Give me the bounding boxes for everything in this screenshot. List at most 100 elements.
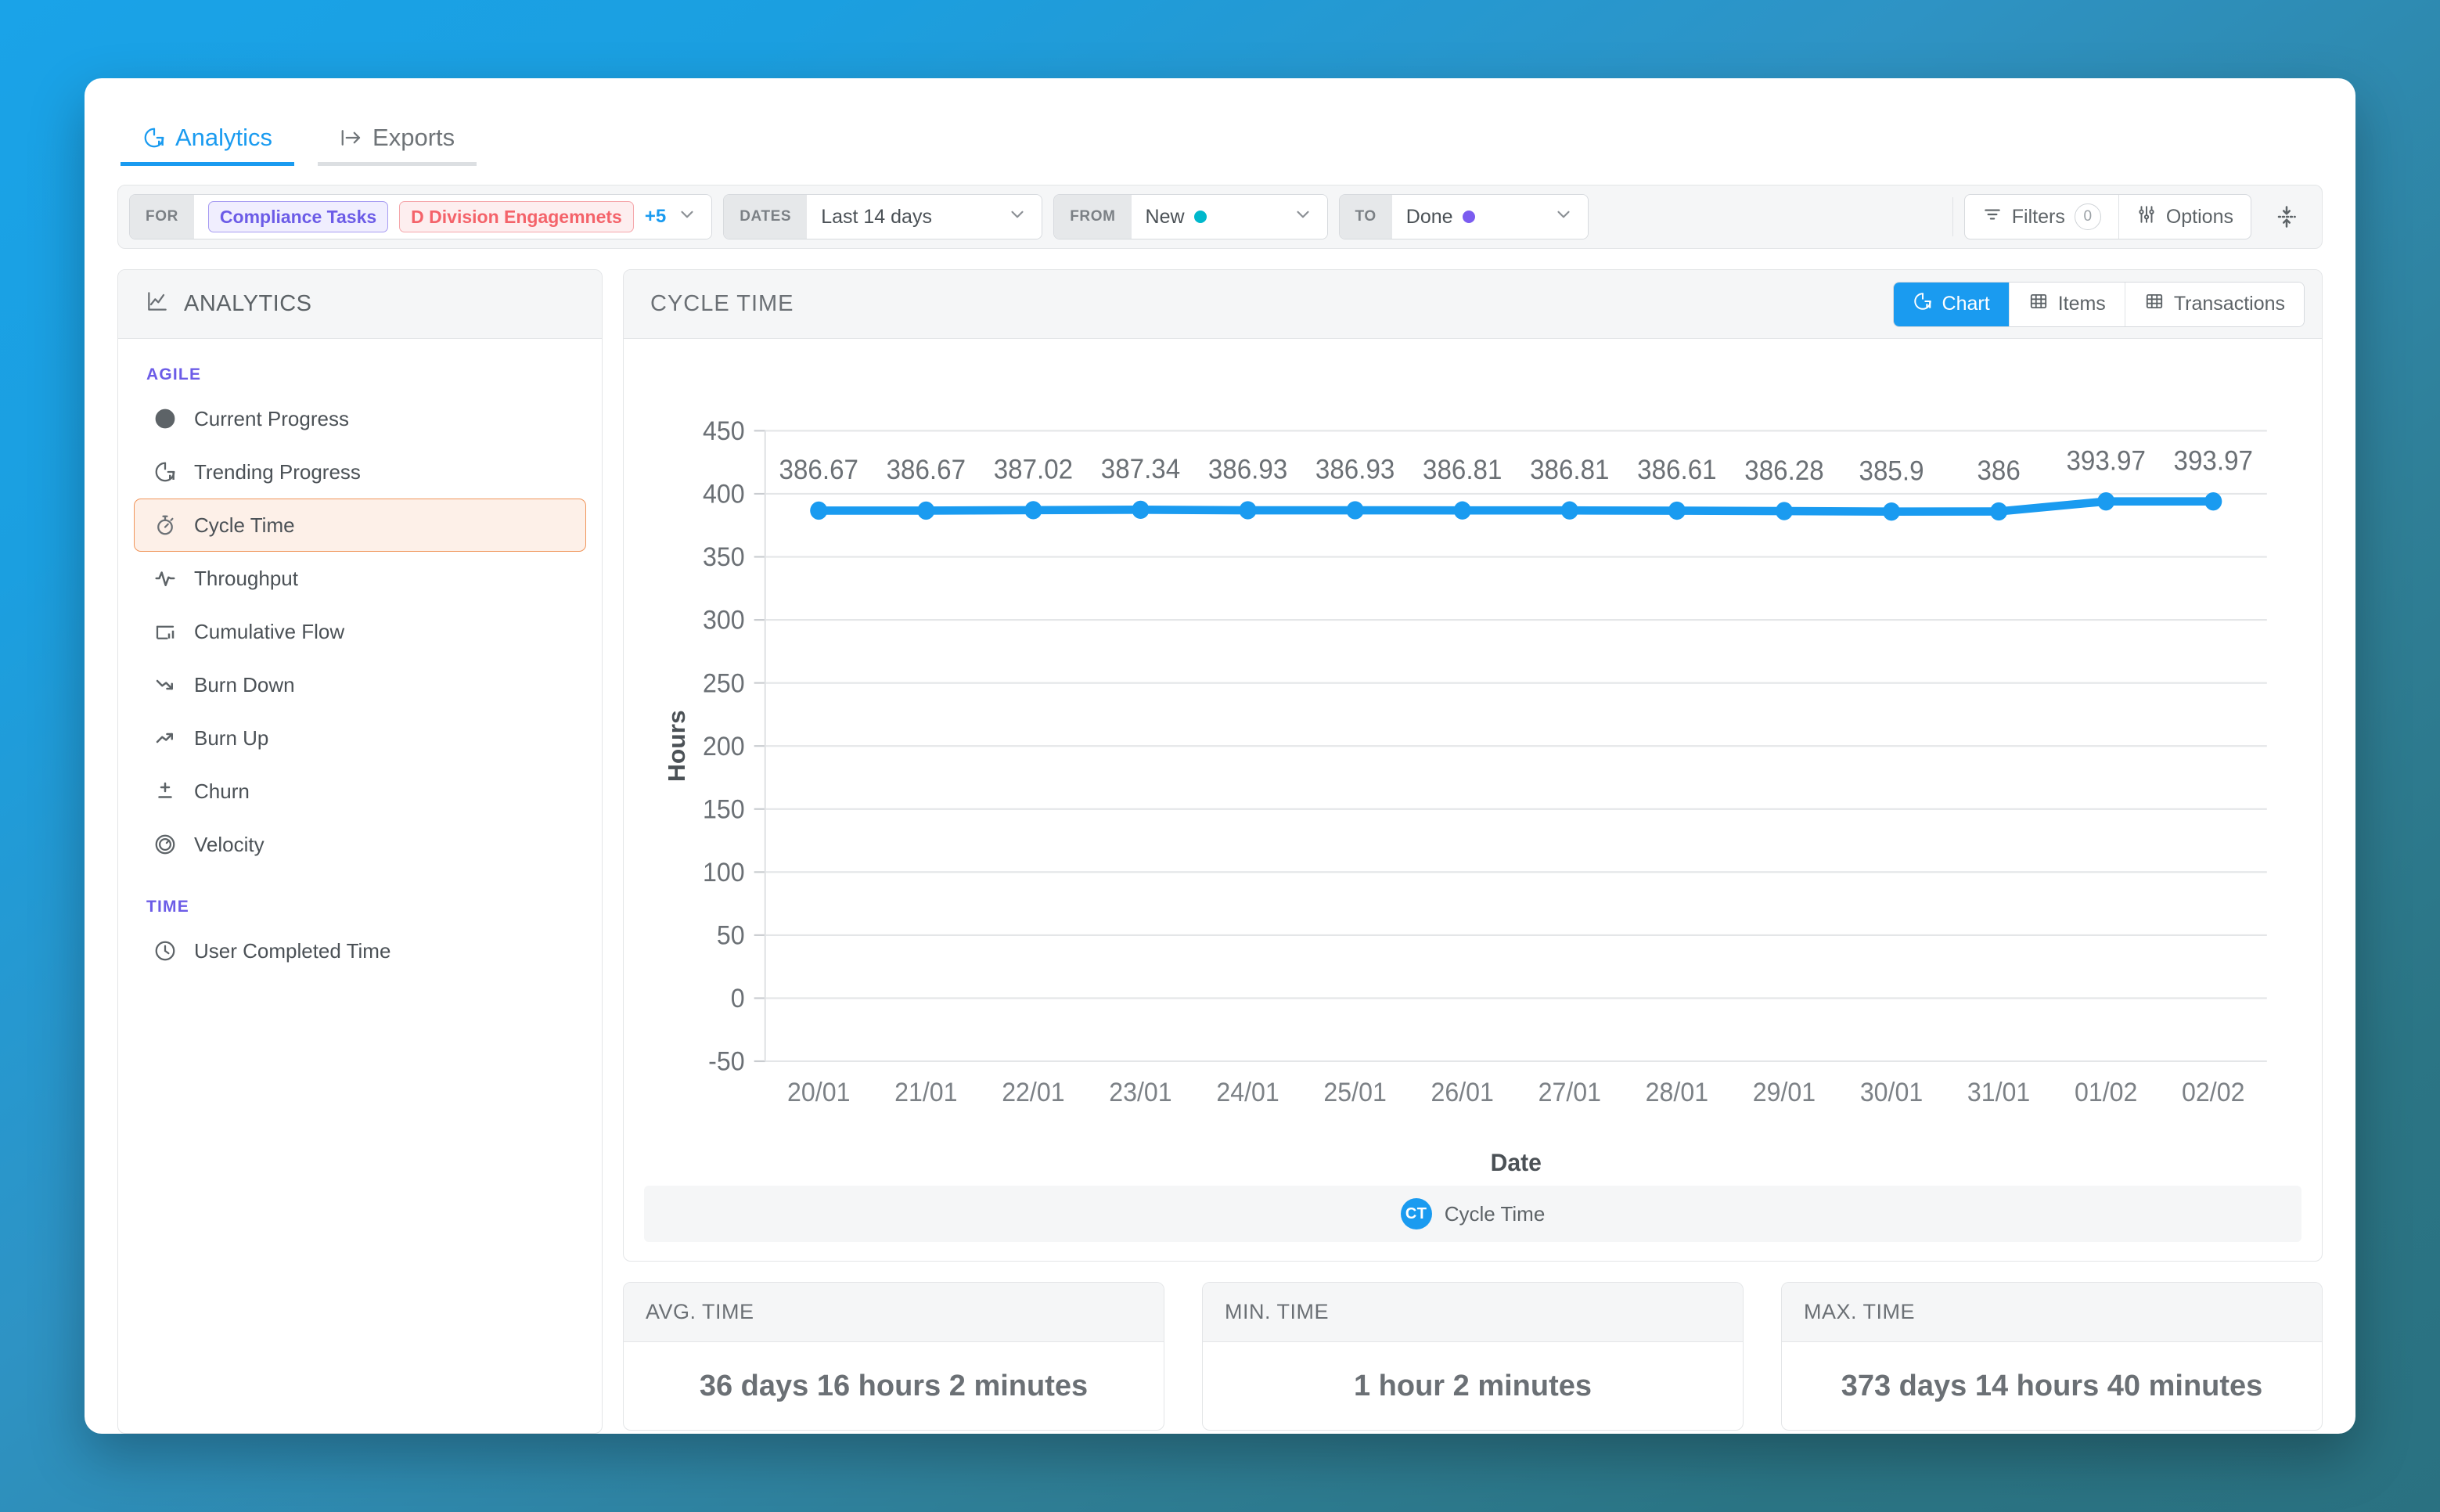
sidebar-item-churn[interactable]: Churn	[134, 765, 586, 818]
svg-text:385.9: 385.9	[1859, 456, 1924, 487]
svg-text:250: 250	[703, 669, 745, 699]
view-toggle-chart[interactable]: Chart	[1894, 283, 2009, 326]
cycle-time-chart-card: CYCLE TIME Chart	[623, 269, 2323, 1262]
tab-analytics[interactable]: Analytics	[121, 125, 294, 166]
to-value[interactable]: Done	[1392, 195, 1588, 239]
to-filter-group[interactable]: TO Done	[1339, 194, 1589, 239]
arrow-up-right-icon	[152, 725, 178, 751]
sidebar-item-label: Churn	[194, 779, 250, 804]
svg-text:21/01: 21/01	[894, 1078, 957, 1107]
filterbar-divider	[1952, 197, 1953, 236]
chart-legend: CT Cycle Time	[644, 1186, 2301, 1242]
nav-section-agile: AGILE	[118, 339, 602, 392]
from-filter-group[interactable]: FROM New	[1053, 194, 1327, 239]
from-selected-text: New	[1146, 206, 1185, 229]
svg-text:30/01: 30/01	[1860, 1078, 1923, 1107]
chart-pie-icon	[142, 126, 166, 149]
chip-compliance-tasks[interactable]: Compliance Tasks	[208, 201, 388, 232]
chevron-down-icon[interactable]	[677, 204, 697, 230]
svg-text:Date: Date	[1491, 1148, 1542, 1176]
sidebar-item-label: Trending Progress	[194, 460, 361, 484]
filter-action-group: Filters 0 Options	[1964, 194, 2251, 239]
dates-label: DATES	[724, 195, 807, 239]
svg-text:450: 450	[703, 416, 745, 446]
chart-pie-bars-icon	[1913, 291, 1933, 317]
for-filter-group[interactable]: FOR Compliance Tasks D Division Engagemn…	[129, 194, 712, 239]
cycle-time-line-chart: -50050100150200250300350400450Hours20/01…	[647, 356, 2298, 1186]
view-toggle-chart-label: Chart	[1942, 293, 1990, 315]
chevron-down-icon[interactable]	[1007, 204, 1027, 230]
sidebar-item-cumulative-flow[interactable]: Cumulative Flow	[134, 605, 586, 658]
sidebar-title: ANALYTICS	[184, 291, 312, 317]
nav-section-time: TIME	[118, 871, 602, 924]
svg-text:25/01: 25/01	[1323, 1078, 1386, 1107]
tab-exports[interactable]: Exports	[318, 125, 477, 166]
stat-label: MIN. TIME	[1203, 1283, 1743, 1342]
legend-label[interactable]: Cycle Time	[1445, 1202, 1546, 1226]
view-toggle-items-label: Items	[2058, 293, 2106, 315]
filters-count-badge: 0	[2075, 203, 2101, 230]
line-chart-icon	[145, 289, 170, 320]
tab-analytics-label: Analytics	[175, 125, 272, 149]
svg-text:28/01: 28/01	[1646, 1078, 1708, 1107]
view-toggle-transactions[interactable]: Transactions	[2125, 283, 2304, 326]
dates-selected-text: Last 14 days	[821, 206, 932, 229]
svg-text:386.93: 386.93	[1315, 455, 1395, 485]
options-label: Options	[2166, 206, 2233, 229]
pulse-icon	[152, 565, 178, 592]
sidebar-item-user-completed-time[interactable]: User Completed Time	[134, 924, 586, 977]
chevron-down-icon[interactable]	[1553, 204, 1574, 230]
sidebar-item-velocity[interactable]: Velocity	[134, 818, 586, 871]
sidebar-item-burn-up[interactable]: Burn Up	[134, 711, 586, 765]
pie-chart-icon	[152, 405, 178, 432]
content-body: ANALYTICS AGILE Current Progress	[85, 249, 2355, 1434]
view-toggle-transactions-label: Transactions	[2174, 293, 2285, 315]
sidebar-item-burn-down[interactable]: Burn Down	[134, 658, 586, 711]
for-value[interactable]: Compliance Tasks D Division Engagemnets …	[194, 195, 711, 239]
svg-text:386.93: 386.93	[1208, 455, 1287, 485]
tab-exports-label: Exports	[372, 125, 455, 149]
legend-badge-ct: CT	[1401, 1198, 1432, 1229]
to-label: TO	[1340, 195, 1392, 239]
svg-text:386.67: 386.67	[887, 455, 966, 485]
status-dot-new	[1194, 211, 1207, 223]
for-label: FOR	[130, 195, 194, 239]
svg-text:20/01: 20/01	[787, 1078, 850, 1107]
to-selected-text: Done	[1406, 206, 1453, 229]
svg-text:400: 400	[703, 480, 745, 509]
sidebar-item-label: Burn Down	[194, 673, 295, 697]
svg-text:22/01: 22/01	[1002, 1078, 1064, 1107]
for-more-count[interactable]: +5	[645, 206, 666, 228]
svg-text:387.34: 387.34	[1101, 454, 1180, 484]
svg-text:150: 150	[703, 795, 745, 825]
sidebar-item-trending-progress[interactable]: Trending Progress	[134, 445, 586, 499]
options-button[interactable]: Options	[2118, 195, 2251, 239]
svg-text:300: 300	[703, 606, 745, 635]
svg-text:200: 200	[703, 732, 745, 761]
sidebar-item-label: Throughput	[194, 567, 298, 591]
svg-text:27/01: 27/01	[1538, 1078, 1601, 1107]
chip-d-division-engagemnets[interactable]: D Division Engagemnets	[399, 201, 634, 232]
view-toggle-items[interactable]: Items	[2009, 283, 2125, 326]
svg-text:02/02: 02/02	[2182, 1078, 2244, 1107]
chart-plot-area: -50050100150200250300350400450Hours20/01…	[624, 339, 2322, 1186]
from-value[interactable]: New	[1132, 195, 1327, 239]
svg-text:23/01: 23/01	[1109, 1078, 1171, 1107]
gauge-icon	[152, 831, 178, 858]
sidebar-item-label: Cycle Time	[194, 513, 295, 538]
dates-value[interactable]: Last 14 days	[807, 195, 1042, 239]
dates-filter-group[interactable]: DATES Last 14 days	[723, 194, 1042, 239]
filter-bar: FOR Compliance Tasks D Division Engagemn…	[117, 185, 2323, 249]
chevron-down-icon[interactable]	[1293, 204, 1313, 230]
sidebar-item-current-progress[interactable]: Current Progress	[134, 392, 586, 445]
sidebar-item-throughput[interactable]: Throughput	[134, 552, 586, 605]
sidebar-item-label: User Completed Time	[194, 939, 390, 963]
table-icon	[2144, 291, 2165, 317]
svg-text:386.61: 386.61	[1637, 455, 1716, 485]
filters-button[interactable]: Filters 0	[1965, 195, 2118, 239]
collapse-expand-icon[interactable]	[2262, 205, 2311, 229]
analytics-sidebar: ANALYTICS AGILE Current Progress	[117, 269, 603, 1434]
sidebar-item-cycle-time[interactable]: Cycle Time	[134, 499, 586, 552]
chart-pie-bars-icon	[152, 459, 178, 485]
sidebar-item-label: Velocity	[194, 833, 265, 857]
